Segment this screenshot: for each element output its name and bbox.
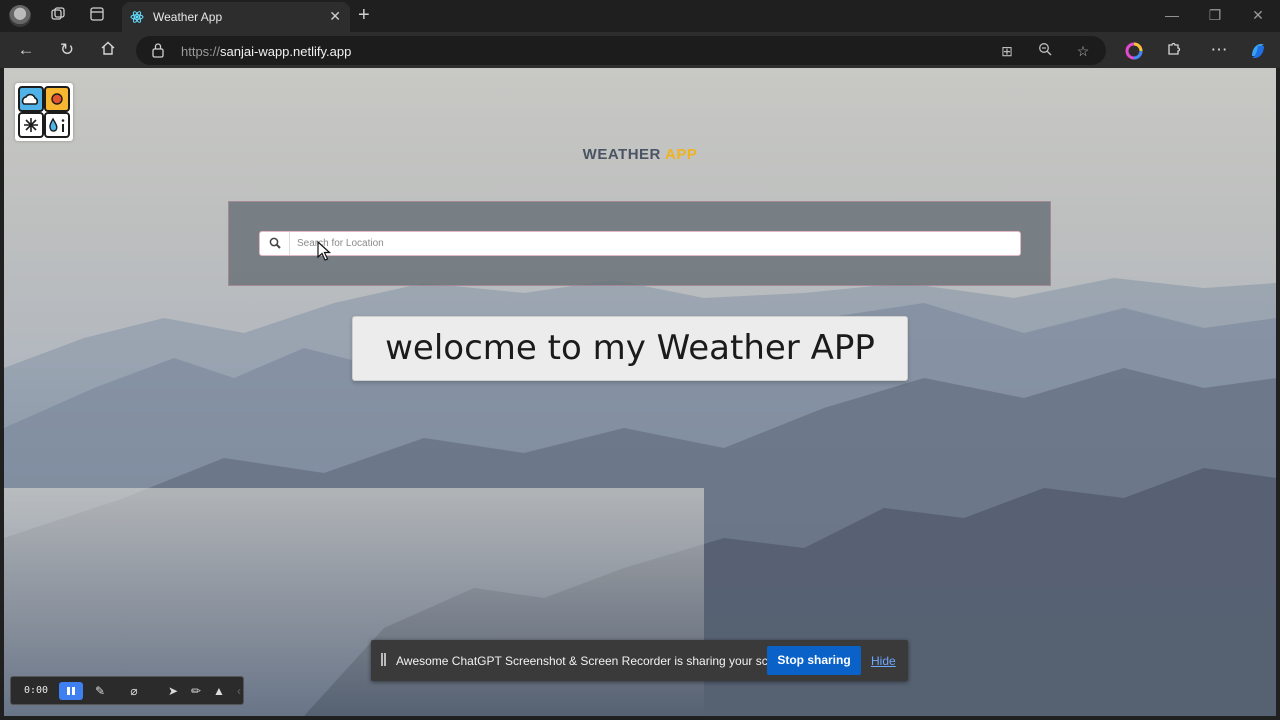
home-icon[interactable] [98,40,118,60]
mouse-cursor-icon [317,241,331,261]
drag-handle-icon[interactable] [381,653,386,666]
stop-sharing-button[interactable]: Stop sharing [767,646,861,675]
favorite-star-icon[interactable]: ☆ [1074,42,1092,60]
close-window-icon[interactable]: ✕ [1248,7,1268,24]
color-wheel-extension-icon[interactable] [1124,41,1144,61]
microphone-off-icon[interactable]: ✎ [91,682,109,700]
navigation-bar: ← ↻ https://sanjai-wapp.netlify.app ⊞ ☆ … [0,32,1280,68]
restore-icon[interactable]: ❐ [1205,7,1225,24]
zoom-icon[interactable] [1036,42,1054,60]
tab-title: Weather App [153,10,223,24]
url-text[interactable]: https://sanjai-wapp.netlify.app [181,44,351,59]
screen-share-notification: Awesome ChatGPT Screenshot & Screen Reco… [371,640,908,681]
page-title: WEATHER APP [4,146,1276,163]
pointer-tool-icon[interactable]: ➤ [164,682,182,700]
app-available-icon[interactable]: ⊞ [998,42,1016,60]
recorder-toolbar: 0:00 ✎ ⌀ ➤ ✏ ▲ ‹ [10,676,244,705]
profile-avatar[interactable] [9,5,31,27]
page-title-app: APP [665,146,698,163]
page-title-weather: WEATHER [582,146,661,163]
minimize-icon[interactable]: — [1162,7,1182,23]
weather-app-logo[interactable] [15,83,73,141]
new-tab-icon[interactable]: + [358,4,370,27]
recording-timer: 0:00 [24,685,49,696]
search-box[interactable] [259,231,1021,256]
tab-actions-icon[interactable] [87,6,107,26]
workspaces-icon[interactable] [48,6,68,26]
search-icon[interactable] [260,232,290,255]
camera-off-icon[interactable]: ⌀ [125,682,143,700]
back-icon[interactable]: ← [16,40,36,60]
share-message: Awesome ChatGPT Screenshot & Screen Reco… [396,654,796,668]
pen-tool-icon[interactable]: ✏ [187,682,205,700]
tab-weather-app[interactable]: Weather App ✕ [122,2,350,32]
react-favicon-icon [130,11,144,23]
extensions-icon[interactable] [1164,40,1184,60]
copilot-icon[interactable] [1248,41,1268,61]
pause-recording-button[interactable] [59,682,83,700]
page-viewport: WEATHER APP welocme to my Weather APP Aw… [4,68,1276,716]
address-bar[interactable]: https://sanjai-wapp.netlify.app ⊞ ☆ [136,36,1106,65]
eraser-tool-icon[interactable]: ▲ [210,682,228,700]
hide-link[interactable]: Hide [871,654,896,668]
collapse-icon[interactable]: ‹ [230,682,248,700]
lock-icon[interactable] [151,42,165,58]
search-panel [228,201,1051,286]
refresh-icon[interactable]: ↻ [57,40,77,60]
close-tab-icon[interactable]: ✕ [329,8,341,25]
mountain-background [4,278,1276,716]
welcome-banner: welocme to my Weather APP [352,316,908,381]
more-menu-icon[interactable]: ⋯ [1209,40,1229,60]
search-input[interactable] [291,232,1019,255]
title-bar: Weather App ✕ + — ❐ ✕ [0,0,1280,32]
